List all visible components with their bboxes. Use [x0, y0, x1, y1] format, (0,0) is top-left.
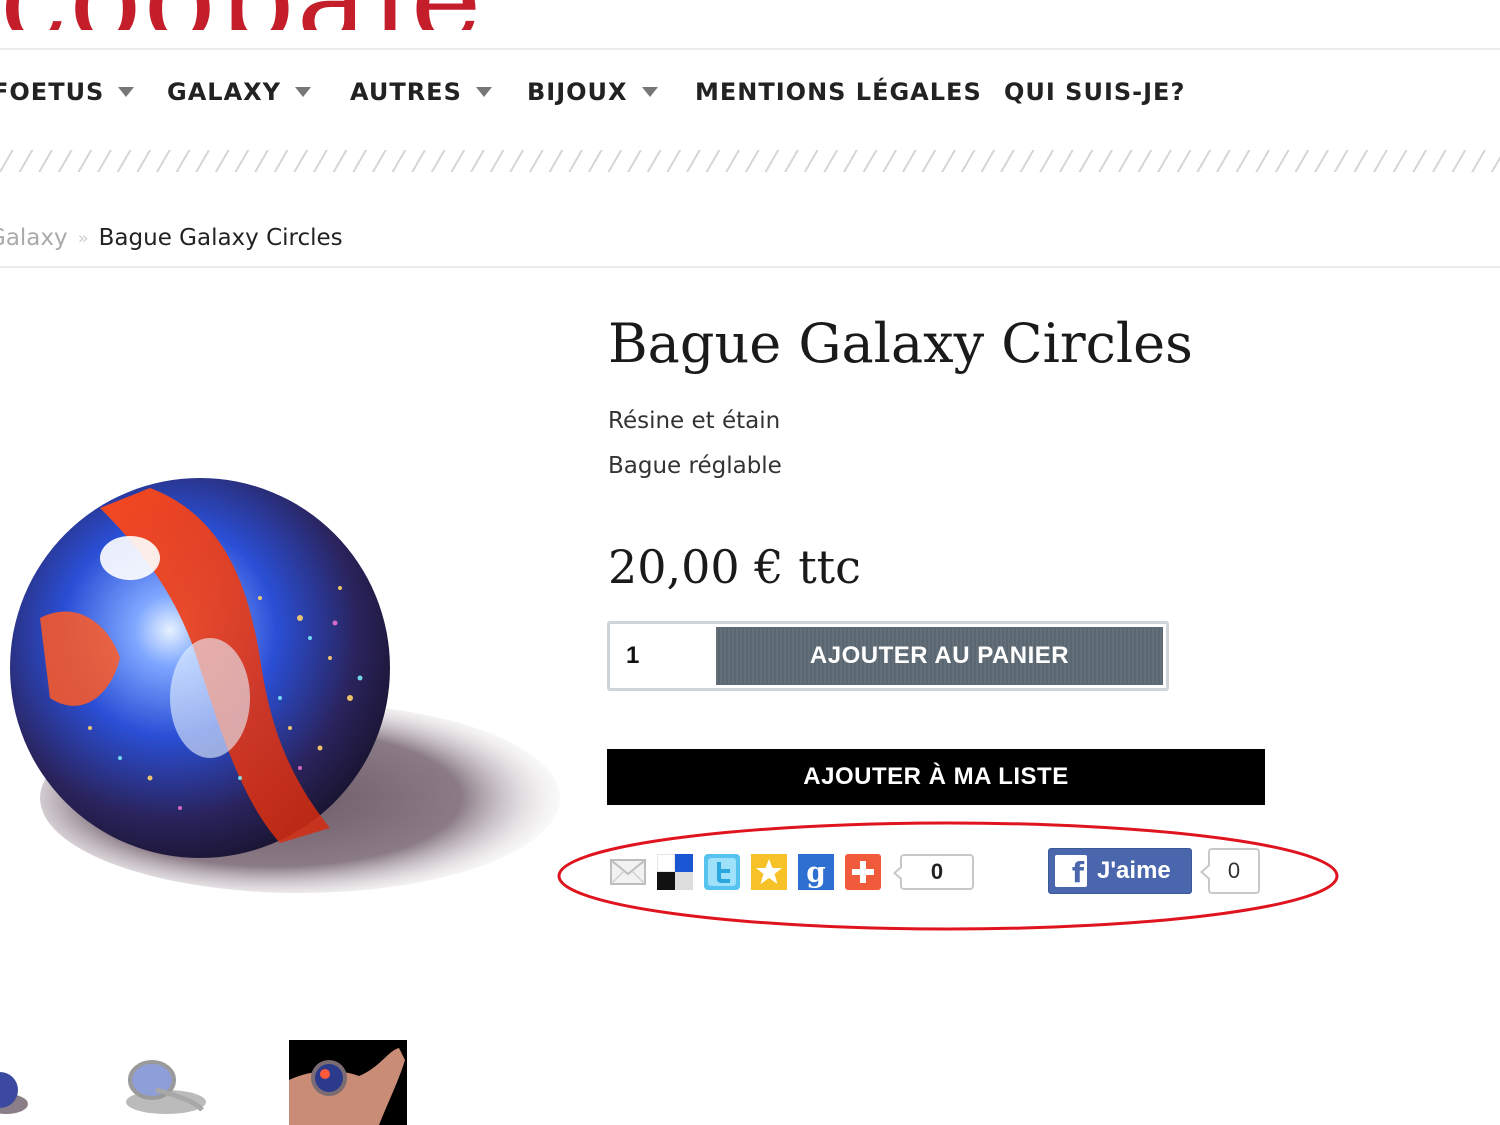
- quantity-input[interactable]: [610, 624, 713, 688]
- add-to-cart-button[interactable]: AJOUTER AU PANIER: [716, 627, 1163, 685]
- product-price: 20,00 € ttc: [608, 540, 861, 594]
- breadcrumb-separator: »: [77, 227, 89, 249]
- product-thumbnail-1[interactable]: [0, 1040, 40, 1125]
- product-description-size: Bague réglable: [608, 453, 782, 479]
- facebook-icon: f: [1055, 855, 1087, 887]
- twitter-icon[interactable]: [704, 854, 740, 890]
- galaxy-ring-photo: [10, 478, 560, 893]
- nav-item-bijoux[interactable]: BIJOUX: [527, 78, 658, 106]
- thumbnail-image: [0, 1072, 28, 1114]
- nav-item-mentions-legales[interactable]: MENTIONS LÉGALES: [695, 78, 982, 106]
- svg-text:g: g: [806, 856, 826, 889]
- product-thumbnail-3[interactable]: [289, 1040, 407, 1125]
- chevron-down-icon: [475, 87, 492, 97]
- chevron-down-icon: [295, 87, 312, 97]
- nav-item-label: FOETUS: [0, 78, 105, 106]
- thumbnail-image: [126, 1060, 206, 1114]
- addthis-plus-icon[interactable]: [845, 854, 881, 890]
- facebook-like-label: J'aime: [1097, 857, 1171, 884]
- header-divider: [0, 48, 1500, 50]
- google-plus-icon[interactable]: g: [798, 854, 834, 890]
- breadcrumb-divider: [0, 266, 1500, 268]
- decorative-hatch-divider: [0, 150, 1500, 172]
- product-description-material: Résine et étain: [608, 408, 781, 434]
- email-icon[interactable]: [610, 854, 646, 890]
- nav-item-label: AUTRES: [350, 78, 462, 106]
- breadcrumb-current: Bague Galaxy Circles: [98, 225, 343, 251]
- delicious-icon[interactable]: [657, 854, 693, 890]
- share-bar: g 0: [610, 852, 974, 892]
- breadcrumb: Galaxy » Bague Galaxy Circles: [0, 225, 343, 251]
- favorite-star-icon[interactable]: [751, 854, 787, 890]
- logo-text: coobaie: [0, 0, 483, 30]
- nav-item-label: GALAXY: [167, 78, 282, 106]
- chevron-down-icon: [118, 87, 135, 97]
- facebook-like-button[interactable]: f J'aime: [1048, 848, 1192, 894]
- nav-item-label: BIJOUX: [527, 78, 628, 106]
- product-main-image[interactable]: [0, 398, 560, 928]
- nav-item-label: MENTIONS LÉGALES: [695, 78, 982, 106]
- share-count: 0: [893, 854, 974, 890]
- product-thumbnail-2[interactable]: [96, 1040, 216, 1125]
- breadcrumb-link-galaxy[interactable]: Galaxy: [0, 225, 68, 251]
- nav-item-galaxy[interactable]: GALAXY: [167, 78, 312, 106]
- nav-item-label: QUI SUIS-JE?: [1004, 78, 1186, 106]
- facebook-like-count: 0: [1200, 848, 1260, 894]
- add-to-wishlist-button[interactable]: AJOUTER À MA LISTE: [607, 749, 1265, 805]
- nav-item-qui-suis-je[interactable]: QUI SUIS-JE?: [1004, 78, 1185, 106]
- nav-item-autres[interactable]: AUTRES: [350, 78, 492, 106]
- chevron-down-icon: [641, 87, 658, 97]
- product-title: Bague Galaxy Circles: [608, 312, 1193, 375]
- nav-item-foetus[interactable]: FOETUS: [0, 78, 135, 106]
- thumbnail-image: [289, 1048, 405, 1125]
- site-logo[interactable]: coobaie: [0, 0, 520, 30]
- add-to-cart-form: AJOUTER AU PANIER: [607, 621, 1169, 691]
